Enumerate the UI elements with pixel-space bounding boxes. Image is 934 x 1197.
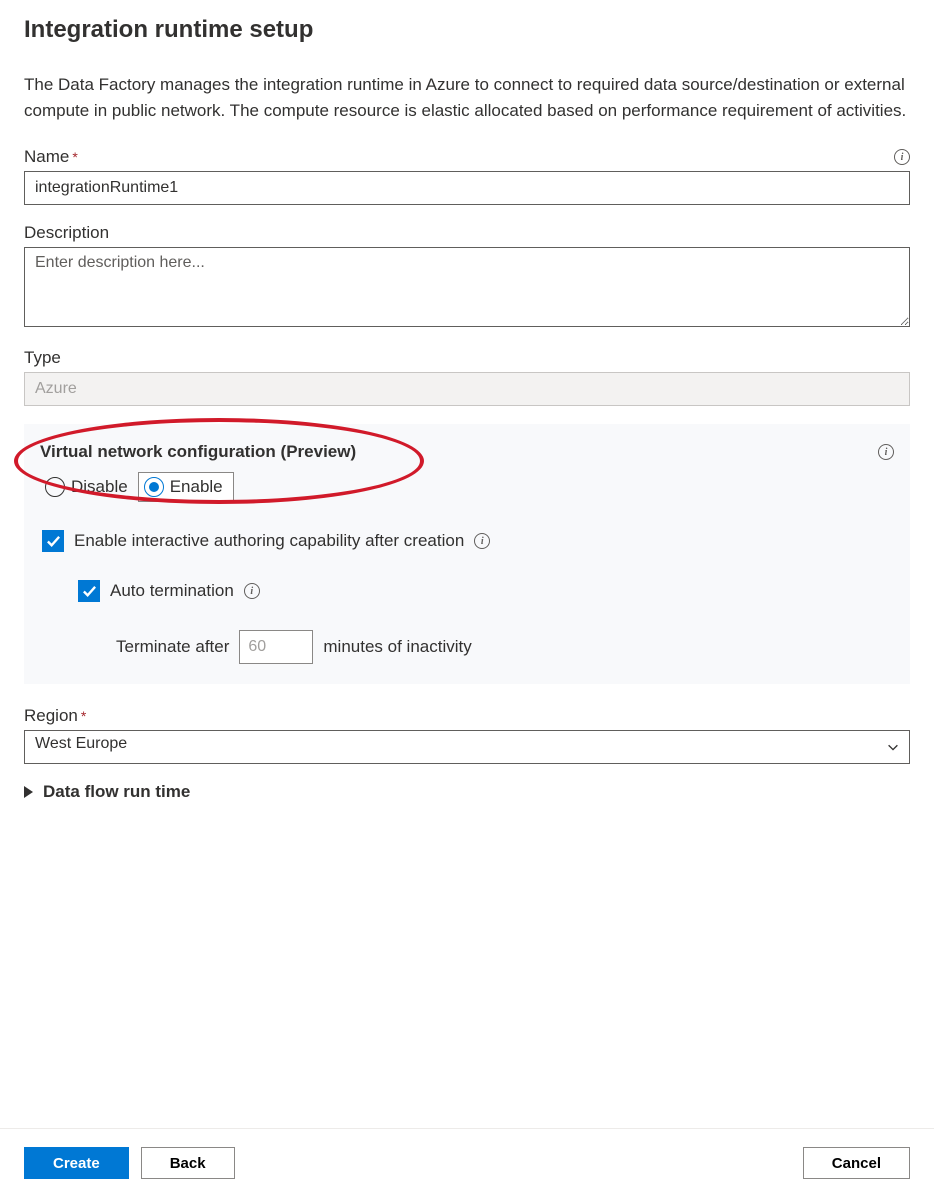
enable-interactive-label: Enable interactive authoring capability … — [74, 531, 464, 551]
vnet-enable-label: Enable — [170, 477, 223, 497]
info-icon[interactable]: i — [894, 149, 910, 165]
region-label: Region — [24, 706, 78, 725]
info-icon[interactable]: i — [474, 533, 490, 549]
dataflow-expander-label: Data flow run time — [43, 782, 190, 802]
auto-termination-checkbox-row: Auto termination i — [78, 580, 894, 602]
description-field: Description — [24, 223, 910, 330]
terminate-after-suffix: minutes of inactivity — [323, 637, 471, 657]
auto-termination-label: Auto termination — [110, 581, 234, 601]
region-select[interactable]: West Europe — [24, 730, 910, 764]
chevron-right-icon — [24, 786, 33, 798]
enable-interactive-checkbox[interactable] — [42, 530, 64, 552]
terminate-after-input[interactable] — [239, 630, 313, 664]
vnet-panel: Virtual network configuration (Preview) … — [24, 424, 910, 684]
radio-icon — [45, 477, 65, 497]
enable-interactive-checkbox-row: Enable interactive authoring capability … — [42, 530, 894, 552]
required-asterisk: * — [72, 149, 77, 165]
required-asterisk: * — [81, 708, 86, 724]
name-input[interactable] — [24, 171, 910, 205]
check-icon — [82, 584, 97, 599]
dataflow-expander[interactable]: Data flow run time — [24, 782, 910, 802]
auto-termination-checkbox[interactable] — [78, 580, 100, 602]
info-icon[interactable]: i — [878, 444, 894, 460]
vnet-enable-radio[interactable]: Enable — [138, 472, 234, 502]
vnet-radio-group: Disable Enable — [40, 472, 894, 502]
terminate-after-row: Terminate after minutes of inactivity — [116, 630, 894, 664]
terminate-after-label: Terminate after — [116, 637, 229, 657]
page-description: The Data Factory manages the integration… — [24, 72, 910, 123]
cancel-button[interactable]: Cancel — [803, 1147, 910, 1179]
vnet-disable-radio[interactable]: Disable — [40, 472, 138, 502]
radio-icon — [144, 477, 164, 497]
vnet-disable-label: Disable — [71, 477, 128, 497]
create-button[interactable]: Create — [24, 1147, 129, 1179]
back-button[interactable]: Back — [141, 1147, 235, 1179]
type-label: Type — [24, 348, 61, 368]
region-field: Region* West Europe — [24, 706, 910, 764]
type-field: Type — [24, 348, 910, 406]
check-icon — [46, 534, 61, 549]
description-label: Description — [24, 223, 109, 243]
name-label: Name — [24, 147, 69, 166]
info-icon[interactable]: i — [244, 583, 260, 599]
dialog-footer: Create Back Cancel — [0, 1128, 934, 1197]
type-input — [24, 372, 910, 406]
vnet-title: Virtual network configuration (Preview) — [40, 442, 356, 462]
page-title: Integration runtime setup — [24, 16, 910, 44]
name-field: Name* i — [24, 147, 910, 205]
description-input[interactable] — [24, 247, 910, 327]
